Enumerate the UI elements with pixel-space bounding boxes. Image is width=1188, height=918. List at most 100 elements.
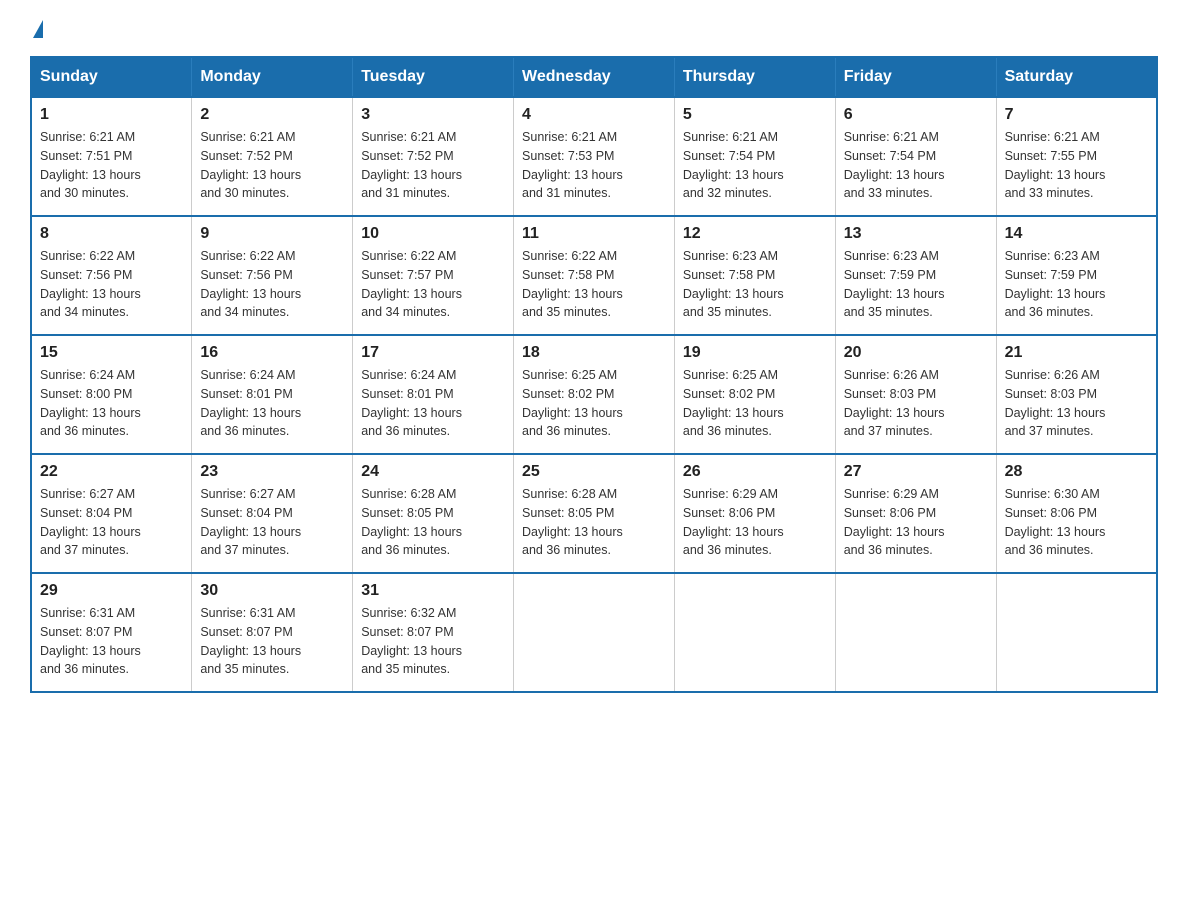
day-cell-25: 25 Sunrise: 6:28 AM Sunset: 8:05 PM Dayl… xyxy=(514,454,675,573)
day-number: 26 xyxy=(683,463,827,481)
day-cell-20: 20 Sunrise: 6:26 AM Sunset: 8:03 PM Dayl… xyxy=(835,335,996,454)
day-info: Sunrise: 6:21 AM Sunset: 7:55 PM Dayligh… xyxy=(1005,128,1148,203)
day-cell-19: 19 Sunrise: 6:25 AM Sunset: 8:02 PM Dayl… xyxy=(674,335,835,454)
day-number: 5 xyxy=(683,106,827,124)
day-header-row: SundayMondayTuesdayWednesdayThursdayFrid… xyxy=(31,57,1157,97)
page-header xyxy=(30,20,1158,38)
day-cell-30: 30 Sunrise: 6:31 AM Sunset: 8:07 PM Dayl… xyxy=(192,573,353,692)
day-cell-27: 27 Sunrise: 6:29 AM Sunset: 8:06 PM Dayl… xyxy=(835,454,996,573)
day-info: Sunrise: 6:25 AM Sunset: 8:02 PM Dayligh… xyxy=(683,366,827,441)
day-info: Sunrise: 6:22 AM Sunset: 7:56 PM Dayligh… xyxy=(200,247,344,322)
day-info: Sunrise: 6:25 AM Sunset: 8:02 PM Dayligh… xyxy=(522,366,666,441)
week-row-3: 15 Sunrise: 6:24 AM Sunset: 8:00 PM Dayl… xyxy=(31,335,1157,454)
calendar-table: SundayMondayTuesdayWednesdayThursdayFrid… xyxy=(30,56,1158,693)
day-number: 4 xyxy=(522,106,666,124)
week-row-5: 29 Sunrise: 6:31 AM Sunset: 8:07 PM Dayl… xyxy=(31,573,1157,692)
day-number: 31 xyxy=(361,582,505,600)
day-header-tuesday: Tuesday xyxy=(353,57,514,97)
day-number: 9 xyxy=(200,225,344,243)
day-cell-11: 11 Sunrise: 6:22 AM Sunset: 7:58 PM Dayl… xyxy=(514,216,675,335)
day-info: Sunrise: 6:30 AM Sunset: 8:06 PM Dayligh… xyxy=(1005,485,1148,560)
day-number: 24 xyxy=(361,463,505,481)
day-info: Sunrise: 6:31 AM Sunset: 8:07 PM Dayligh… xyxy=(200,604,344,679)
day-info: Sunrise: 6:24 AM Sunset: 8:01 PM Dayligh… xyxy=(361,366,505,441)
day-number: 25 xyxy=(522,463,666,481)
day-cell-23: 23 Sunrise: 6:27 AM Sunset: 8:04 PM Dayl… xyxy=(192,454,353,573)
day-number: 13 xyxy=(844,225,988,243)
day-info: Sunrise: 6:31 AM Sunset: 8:07 PM Dayligh… xyxy=(40,604,183,679)
day-info: Sunrise: 6:26 AM Sunset: 8:03 PM Dayligh… xyxy=(1005,366,1148,441)
day-info: Sunrise: 6:28 AM Sunset: 8:05 PM Dayligh… xyxy=(522,485,666,560)
day-cell-13: 13 Sunrise: 6:23 AM Sunset: 7:59 PM Dayl… xyxy=(835,216,996,335)
day-number: 27 xyxy=(844,463,988,481)
day-info: Sunrise: 6:21 AM Sunset: 7:53 PM Dayligh… xyxy=(522,128,666,203)
day-header-monday: Monday xyxy=(192,57,353,97)
day-cell-15: 15 Sunrise: 6:24 AM Sunset: 8:00 PM Dayl… xyxy=(31,335,192,454)
empty-cell xyxy=(835,573,996,692)
day-info: Sunrise: 6:21 AM Sunset: 7:52 PM Dayligh… xyxy=(361,128,505,203)
day-header-sunday: Sunday xyxy=(31,57,192,97)
day-cell-28: 28 Sunrise: 6:30 AM Sunset: 8:06 PM Dayl… xyxy=(996,454,1157,573)
day-number: 28 xyxy=(1005,463,1148,481)
day-info: Sunrise: 6:21 AM Sunset: 7:54 PM Dayligh… xyxy=(844,128,988,203)
empty-cell xyxy=(996,573,1157,692)
day-info: Sunrise: 6:21 AM Sunset: 7:51 PM Dayligh… xyxy=(40,128,183,203)
day-info: Sunrise: 6:27 AM Sunset: 8:04 PM Dayligh… xyxy=(200,485,344,560)
day-header-thursday: Thursday xyxy=(674,57,835,97)
day-cell-1: 1 Sunrise: 6:21 AM Sunset: 7:51 PM Dayli… xyxy=(31,97,192,216)
day-cell-7: 7 Sunrise: 6:21 AM Sunset: 7:55 PM Dayli… xyxy=(996,97,1157,216)
day-number: 1 xyxy=(40,106,183,124)
day-cell-2: 2 Sunrise: 6:21 AM Sunset: 7:52 PM Dayli… xyxy=(192,97,353,216)
day-number: 30 xyxy=(200,582,344,600)
day-cell-21: 21 Sunrise: 6:26 AM Sunset: 8:03 PM Dayl… xyxy=(996,335,1157,454)
day-info: Sunrise: 6:26 AM Sunset: 8:03 PM Dayligh… xyxy=(844,366,988,441)
day-header-wednesday: Wednesday xyxy=(514,57,675,97)
day-number: 14 xyxy=(1005,225,1148,243)
day-cell-4: 4 Sunrise: 6:21 AM Sunset: 7:53 PM Dayli… xyxy=(514,97,675,216)
day-info: Sunrise: 6:24 AM Sunset: 8:00 PM Dayligh… xyxy=(40,366,183,441)
day-cell-9: 9 Sunrise: 6:22 AM Sunset: 7:56 PM Dayli… xyxy=(192,216,353,335)
day-number: 7 xyxy=(1005,106,1148,124)
day-info: Sunrise: 6:23 AM Sunset: 7:59 PM Dayligh… xyxy=(1005,247,1148,322)
day-number: 6 xyxy=(844,106,988,124)
empty-cell xyxy=(514,573,675,692)
day-number: 20 xyxy=(844,344,988,362)
day-cell-24: 24 Sunrise: 6:28 AM Sunset: 8:05 PM Dayl… xyxy=(353,454,514,573)
day-header-saturday: Saturday xyxy=(996,57,1157,97)
day-number: 12 xyxy=(683,225,827,243)
day-cell-22: 22 Sunrise: 6:27 AM Sunset: 8:04 PM Dayl… xyxy=(31,454,192,573)
day-number: 2 xyxy=(200,106,344,124)
week-row-4: 22 Sunrise: 6:27 AM Sunset: 8:04 PM Dayl… xyxy=(31,454,1157,573)
day-info: Sunrise: 6:22 AM Sunset: 7:58 PM Dayligh… xyxy=(522,247,666,322)
day-number: 19 xyxy=(683,344,827,362)
day-number: 11 xyxy=(522,225,666,243)
day-number: 29 xyxy=(40,582,183,600)
day-number: 23 xyxy=(200,463,344,481)
logo-triangle-icon xyxy=(33,20,43,38)
day-info: Sunrise: 6:29 AM Sunset: 8:06 PM Dayligh… xyxy=(683,485,827,560)
day-cell-6: 6 Sunrise: 6:21 AM Sunset: 7:54 PM Dayli… xyxy=(835,97,996,216)
day-number: 17 xyxy=(361,344,505,362)
empty-cell xyxy=(674,573,835,692)
day-cell-31: 31 Sunrise: 6:32 AM Sunset: 8:07 PM Dayl… xyxy=(353,573,514,692)
day-info: Sunrise: 6:29 AM Sunset: 8:06 PM Dayligh… xyxy=(844,485,988,560)
day-cell-16: 16 Sunrise: 6:24 AM Sunset: 8:01 PM Dayl… xyxy=(192,335,353,454)
day-info: Sunrise: 6:28 AM Sunset: 8:05 PM Dayligh… xyxy=(361,485,505,560)
day-number: 16 xyxy=(200,344,344,362)
day-info: Sunrise: 6:21 AM Sunset: 7:52 PM Dayligh… xyxy=(200,128,344,203)
day-cell-26: 26 Sunrise: 6:29 AM Sunset: 8:06 PM Dayl… xyxy=(674,454,835,573)
day-cell-3: 3 Sunrise: 6:21 AM Sunset: 7:52 PM Dayli… xyxy=(353,97,514,216)
day-info: Sunrise: 6:24 AM Sunset: 8:01 PM Dayligh… xyxy=(200,366,344,441)
day-info: Sunrise: 6:27 AM Sunset: 8:04 PM Dayligh… xyxy=(40,485,183,560)
day-cell-8: 8 Sunrise: 6:22 AM Sunset: 7:56 PM Dayli… xyxy=(31,216,192,335)
day-info: Sunrise: 6:32 AM Sunset: 8:07 PM Dayligh… xyxy=(361,604,505,679)
week-row-1: 1 Sunrise: 6:21 AM Sunset: 7:51 PM Dayli… xyxy=(31,97,1157,216)
day-header-friday: Friday xyxy=(835,57,996,97)
logo-text xyxy=(30,20,44,38)
week-row-2: 8 Sunrise: 6:22 AM Sunset: 7:56 PM Dayli… xyxy=(31,216,1157,335)
day-cell-18: 18 Sunrise: 6:25 AM Sunset: 8:02 PM Dayl… xyxy=(514,335,675,454)
day-cell-17: 17 Sunrise: 6:24 AM Sunset: 8:01 PM Dayl… xyxy=(353,335,514,454)
day-number: 22 xyxy=(40,463,183,481)
day-info: Sunrise: 6:22 AM Sunset: 7:57 PM Dayligh… xyxy=(361,247,505,322)
day-cell-5: 5 Sunrise: 6:21 AM Sunset: 7:54 PM Dayli… xyxy=(674,97,835,216)
